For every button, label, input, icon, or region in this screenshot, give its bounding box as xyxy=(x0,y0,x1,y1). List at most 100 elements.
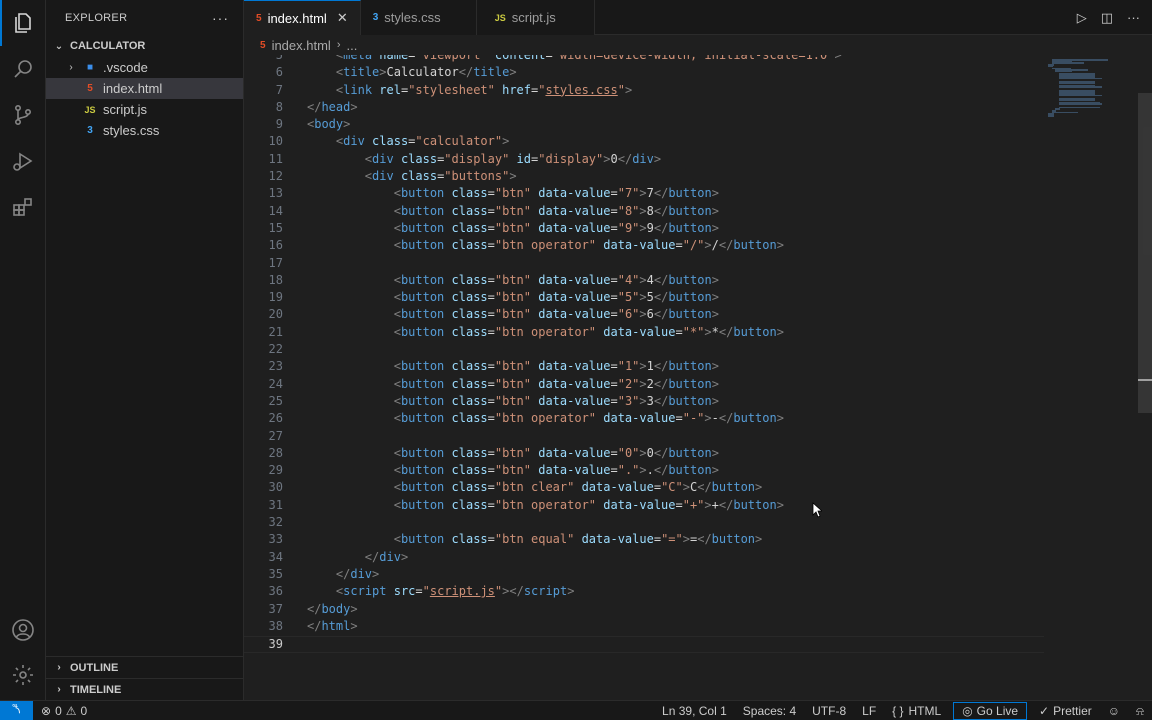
settings-gear-icon[interactable] xyxy=(0,652,46,698)
code-line[interactable]: 11 <div class="display" id="display">0</… xyxy=(244,152,1044,169)
timeline-section[interactable]: › TIMELINE xyxy=(46,678,244,700)
line-number: 33 xyxy=(268,532,283,547)
code-token: </ xyxy=(307,601,322,616)
check-icon: ✓ xyxy=(1039,704,1050,718)
breadcrumb-file[interactable]: index.html xyxy=(272,38,331,53)
code-line[interactable]: 33 <button class="btn equal" data-value=… xyxy=(244,532,1044,549)
go-live-button[interactable]: ◎ Go Live xyxy=(953,702,1028,720)
remote-indicator-icon[interactable]: ⯲ xyxy=(0,700,33,720)
code-line[interactable]: 32 xyxy=(244,515,1044,532)
tree-item-script-js[interactable]: JS script.js xyxy=(46,99,243,120)
code-token: class xyxy=(451,186,488,201)
tab-styles-css[interactable]: 3 styles.css xyxy=(360,0,477,35)
code-line[interactable]: 31 <button class="btn operator" data-val… xyxy=(244,498,1044,515)
code-token: = xyxy=(487,359,495,374)
more-actions-icon[interactable]: ··· xyxy=(212,10,229,26)
code-line[interactable]: 15 <button class="btn" data-value="9">9<… xyxy=(244,221,1044,238)
code-token: button xyxy=(400,324,452,339)
code-line[interactable]: 30 <button class="btn clear" data-value=… xyxy=(244,480,1044,497)
code-token: "width=device-width, initial-scale=1.0" xyxy=(552,55,835,62)
code-line[interactable]: 35 </div> xyxy=(244,567,1044,584)
code-token: </ xyxy=(653,393,669,408)
code-token: > xyxy=(343,117,351,132)
code-line[interactable]: 28 <button class="btn" data-value="0">0<… xyxy=(244,446,1044,463)
code-line[interactable]: 19 <button class="btn" data-value="5">5<… xyxy=(244,290,1044,307)
code-line[interactable]: 6 <title>Calculator</title> xyxy=(244,65,1044,82)
code-line[interactable]: 7 <link rel="stylesheet" href="styles.cs… xyxy=(244,83,1044,100)
code-text: <script src="script.js"></script> xyxy=(283,584,575,601)
feedback-icon[interactable]: ☺ xyxy=(1100,701,1128,720)
code-token: title xyxy=(473,65,510,80)
code-line[interactable]: 10 <div class="calculator"> xyxy=(244,134,1044,151)
code-line[interactable]: 25 <button class="btn" data-value="3">3<… xyxy=(244,394,1044,411)
source-control-icon[interactable] xyxy=(0,92,46,138)
split-editor-icon[interactable]: ◫ xyxy=(1101,10,1113,26)
code-line[interactable]: 21 <button class="btn operator" data-val… xyxy=(244,325,1044,342)
encoding[interactable]: UTF-8 xyxy=(804,701,854,720)
code-line[interactable]: 36 <script src="script.js"></script> xyxy=(244,584,1044,601)
code-line[interactable]: 13 <button class="btn" data-value="7">7<… xyxy=(244,186,1044,203)
code-token: > xyxy=(639,359,647,374)
breadcrumb-rest[interactable]: ... xyxy=(346,38,357,53)
project-folder[interactable]: ⌄ CALCULATOR xyxy=(46,35,243,57)
code-line[interactable]: 12 <div class="buttons"> xyxy=(244,169,1044,186)
code-token: > xyxy=(776,497,784,512)
code-line[interactable]: 23 <button class="btn" data-value="1">1<… xyxy=(244,359,1044,376)
code-text: <link rel="stylesheet" href="styles.css"… xyxy=(283,83,632,100)
code-line[interactable]: 37 </body> xyxy=(244,602,1044,619)
code-token: > xyxy=(711,393,719,408)
prettier-label: Prettier xyxy=(1053,704,1092,718)
code-line[interactable]: 34 </div> xyxy=(244,550,1044,567)
code-line[interactable]: 5 <meta name="viewport" content="width=d… xyxy=(244,55,1044,65)
tree-item-index-html[interactable]: 5 index.html xyxy=(46,78,243,99)
indentation[interactable]: Spaces: 4 xyxy=(735,701,804,720)
code-token: </ xyxy=(458,65,474,80)
prettier-status[interactable]: ✓ Prettier xyxy=(1031,701,1100,720)
tab-index-html[interactable]: 5 index.html ✕ xyxy=(244,0,361,35)
close-icon[interactable]: ✕ xyxy=(337,10,348,26)
code-line[interactable]: 16 <button class="btn operator" data-val… xyxy=(244,238,1044,255)
code-line[interactable]: 20 <button class="btn" data-value="6">6<… xyxy=(244,307,1044,324)
code-token: </ xyxy=(653,220,669,235)
code-line[interactable]: 24 <button class="btn" data-value="2">2<… xyxy=(244,377,1044,394)
code-line[interactable]: 29 <button class="btn" data-value=".">.<… xyxy=(244,463,1044,480)
minimap[interactable] xyxy=(1048,55,1112,117)
code-editor[interactable]: 5 <meta name="viewport" content="width=d… xyxy=(244,55,1152,700)
code-line[interactable]: 9 <body> xyxy=(244,117,1044,134)
code-line[interactable]: 26 <button class="btn operator" data-val… xyxy=(244,411,1044,428)
more-actions-icon[interactable]: ··· xyxy=(1127,10,1140,25)
tab-script-js[interactable]: JS script.js xyxy=(476,0,595,35)
language-mode[interactable]: { } HTML xyxy=(884,701,949,720)
code-line[interactable]: 27 xyxy=(244,429,1044,446)
code-token: "btn" xyxy=(494,186,539,201)
code-line[interactable]: 8 </head> xyxy=(244,100,1044,117)
code-line[interactable]: 17 xyxy=(244,256,1044,273)
code-token: button xyxy=(668,359,712,374)
problems-indicator[interactable]: ⊗ 0 ⚠ 0 xyxy=(33,704,87,718)
run-icon[interactable]: ▷ xyxy=(1077,10,1087,26)
cursor-position[interactable]: Ln 39, Col 1 xyxy=(654,701,735,720)
code-lines[interactable]: 5 <meta name="viewport" content="width=d… xyxy=(244,55,1044,654)
outline-section[interactable]: › OUTLINE xyxy=(46,656,244,678)
search-icon[interactable] xyxy=(0,46,46,92)
vertical-scrollbar[interactable] xyxy=(1138,93,1152,413)
code-token: class xyxy=(451,480,488,495)
code-line[interactable]: 22 xyxy=(244,342,1044,359)
tree-item-label: styles.css xyxy=(103,123,160,138)
code-token: class xyxy=(451,220,488,235)
code-line[interactable]: 18 <button class="btn" data-value="4">4<… xyxy=(244,273,1044,290)
account-icon[interactable] xyxy=(0,607,46,653)
code-line[interactable]: 39 xyxy=(244,636,1044,654)
extensions-icon[interactable] xyxy=(0,184,46,230)
notifications-bell-icon[interactable]: ⍾ xyxy=(1128,701,1152,720)
code-token: "6" xyxy=(617,307,640,322)
code-line[interactable]: 38 </html> xyxy=(244,619,1044,636)
end-of-line[interactable]: LF xyxy=(854,701,884,720)
run-debug-icon[interactable] xyxy=(0,138,46,184)
code-token: > xyxy=(704,238,712,253)
tree-item-vscode[interactable]: › ■ .vscode xyxy=(46,57,243,78)
code-line[interactable]: 14 <button class="btn" data-value="8">8<… xyxy=(244,204,1044,221)
tree-item-styles-css[interactable]: 3 styles.css xyxy=(46,120,243,141)
explorer-icon[interactable] xyxy=(0,0,46,46)
